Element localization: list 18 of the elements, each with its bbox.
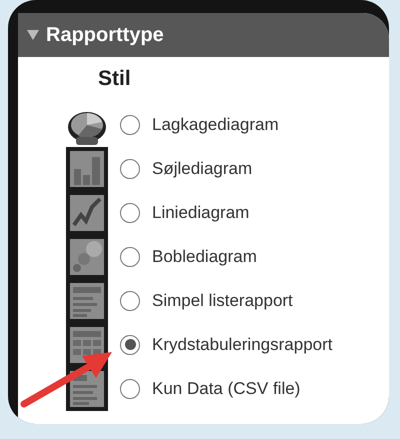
- section-title: Stil: [98, 67, 131, 90]
- option-label[interactable]: Liniediagram: [152, 200, 250, 226]
- radio-button[interactable]: [120, 158, 140, 178]
- option-label[interactable]: Simpel listerapport: [152, 288, 293, 314]
- radio-button[interactable]: [120, 334, 140, 354]
- bar-chart-icon: [66, 146, 108, 190]
- option-label[interactable]: Krydstabuleringsrapport: [152, 332, 332, 358]
- radio-button[interactable]: [120, 290, 140, 310]
- panel-title: Rapporttype: [46, 23, 164, 48]
- option-label[interactable]: Boblediagram: [152, 244, 257, 270]
- radio-button[interactable]: [120, 378, 140, 398]
- option-label[interactable]: Kun Data (CSV file): [152, 376, 300, 402]
- radio-button[interactable]: [120, 246, 140, 266]
- option-label[interactable]: Søjlediagram: [152, 156, 252, 182]
- panel-header[interactable]: Rapporttype: [18, 13, 389, 57]
- option-label[interactable]: Lagkagediagram: [152, 112, 279, 138]
- radio-button[interactable]: [120, 114, 140, 134]
- radio-button[interactable]: [120, 202, 140, 222]
